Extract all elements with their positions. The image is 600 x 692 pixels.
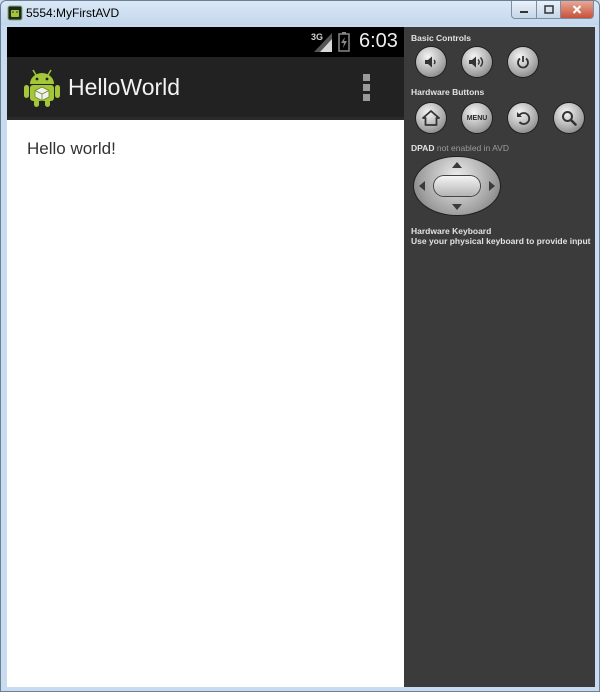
- power-icon: [517, 56, 529, 69]
- close-button[interactable]: [560, 1, 594, 19]
- minimize-icon: [520, 10, 528, 13]
- power-button[interactable]: [508, 47, 538, 77]
- app-title: HelloWorld: [68, 74, 181, 100]
- minimize-button[interactable]: [511, 1, 537, 19]
- emulator-content: 3G 6:03 HelloWorld Hello world! Basic Co…: [7, 27, 595, 687]
- volume-down-button[interactable]: [416, 47, 446, 77]
- menu-button[interactable]: MENU: [462, 103, 492, 133]
- overflow-menu-icon[interactable]: [363, 74, 373, 102]
- android-app-icon: [7, 5, 23, 21]
- network-type-label: 3G: [311, 32, 323, 42]
- hardware-keyboard-title: Hardware Keyboard: [411, 226, 492, 236]
- volume-down-icon: [425, 56, 436, 68]
- search-button[interactable]: [554, 103, 584, 133]
- dpad-label: DPAD: [411, 143, 435, 153]
- phone-screen[interactable]: 3G 6:03 HelloWorld Hello world!: [7, 27, 404, 687]
- home-button[interactable]: [416, 103, 446, 133]
- action-bar: HelloWorld: [7, 57, 404, 120]
- dpad-left-arrow-icon[interactable]: [419, 181, 425, 191]
- dpad-right-arrow-icon[interactable]: [489, 181, 495, 191]
- hello-text: Hello world!: [27, 139, 116, 158]
- dpad-title: DPAD not enabled in AVD: [411, 143, 509, 153]
- volume-up-icon: [469, 56, 484, 68]
- dpad-up-arrow-icon[interactable]: [452, 162, 462, 168]
- status-time: 6:03: [359, 30, 398, 52]
- controls-panel: Basic Controls Hardware Buttons MENU DPA…: [404, 27, 595, 687]
- back-button[interactable]: [508, 103, 538, 133]
- hardware-buttons-title: Hardware Buttons: [411, 87, 485, 97]
- back-arrow-icon: [517, 112, 531, 125]
- menu-button-label: MENU: [466, 114, 488, 122]
- hardware-keyboard-note: Use your physical keyboard to provide in…: [411, 236, 591, 246]
- window-title: 5554:MyFirstAVD: [26, 6, 120, 20]
- maximize-icon: [543, 5, 554, 14]
- signal-icon: 3G: [311, 32, 332, 52]
- status-bar: 3G 6:03: [7, 27, 404, 57]
- android-logo-icon: [24, 69, 60, 107]
- emulator-window: 5554:MyFirstAVD 3G 6:03 HelloWorld Hello…: [0, 0, 600, 692]
- basic-controls-title: Basic Controls: [411, 33, 471, 43]
- dpad-note: not enabled in AVD: [436, 143, 509, 153]
- battery-icon: [338, 32, 350, 52]
- volume-up-button[interactable]: [462, 47, 492, 77]
- search-icon: [562, 111, 577, 126]
- close-icon: [572, 5, 582, 14]
- dpad[interactable]: [414, 157, 500, 215]
- home-icon: [422, 110, 440, 126]
- dpad-down-arrow-icon[interactable]: [452, 204, 462, 210]
- maximize-button[interactable]: [536, 1, 561, 19]
- dpad-center-button[interactable]: [434, 176, 480, 196]
- title-bar[interactable]: 5554:MyFirstAVD: [1, 1, 599, 25]
